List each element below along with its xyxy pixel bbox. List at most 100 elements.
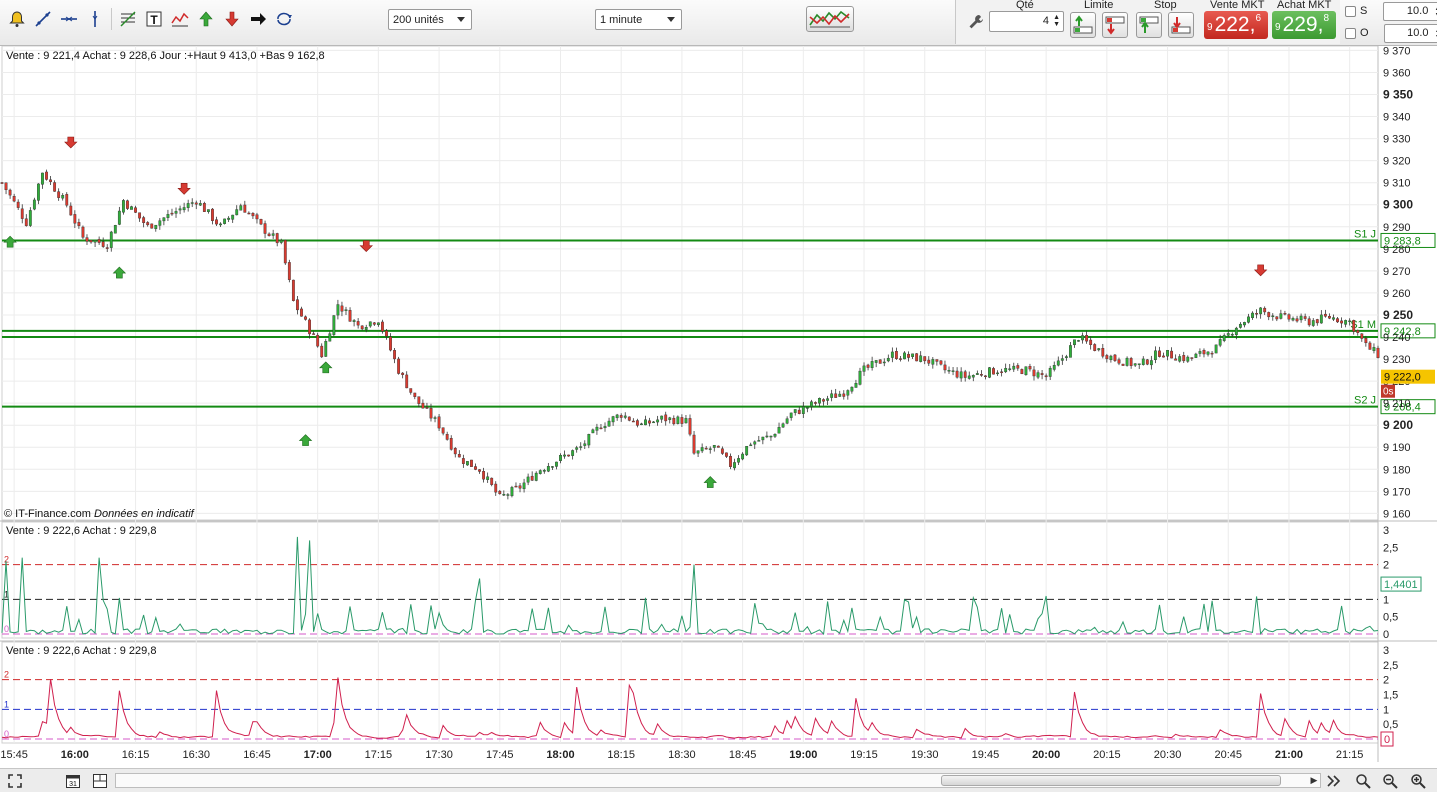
candle-body [243,204,247,213]
y-tick-label: 9 300 [1383,198,1413,212]
limit-sell-button[interactable] [1102,12,1128,38]
indicator1-info: Vente : 9 222,6 Achat : 9 229,8 [6,525,157,537]
candle-body [801,406,805,414]
scroll-to-end-icon[interactable] [1324,772,1342,790]
cycle-icon[interactable] [273,8,295,30]
candle-body [514,485,518,488]
chart-area[interactable]: S1 J9 283,8 S1 M9 242,8 S2 J9 208,4 3 2,5 2 1… [0,46,1437,792]
sell-market-button[interactable]: 9 222, 6 [1204,11,1268,39]
candle-body [967,375,971,379]
zoom-in-icon[interactable] [1409,772,1427,790]
stop-label: Stop [1154,0,1177,11]
candle-body [1291,318,1295,321]
candle-body [138,212,142,219]
candle-body [498,490,502,495]
o-input[interactable]: 10.0 ▲▼ [1383,23,1437,43]
period-select-value: 1 minute [600,13,643,26]
candle-body [676,416,680,424]
candle-body [846,390,850,396]
candle-body [231,214,235,220]
candle-body [611,416,615,423]
indicator-y-tick: 0 [1383,629,1389,641]
calendar-icon[interactable]: 31 [64,772,82,790]
buy-price-main: 229, [1282,13,1324,36]
candle-body [518,485,522,489]
chart-canvas[interactable]: S1 J9 283,8S1 M9 242,8S2 J9 208,4 32,521… [0,46,1437,768]
buy-market-button[interactable]: 9 229, 8 [1272,11,1336,39]
candle-body [57,191,61,198]
candle-body [190,202,194,204]
wrench-icon[interactable] [965,11,987,33]
x-tick-label: 17:00 [304,749,332,761]
scroll-track[interactable] [115,773,1321,788]
units-select[interactable]: 200 unités [388,9,472,30]
stop-buy-button[interactable] [1136,12,1162,38]
s-input[interactable]: 10.0 ▲▼ [1383,1,1437,21]
candle-body [170,212,174,215]
buy-price-prefix: 9 [1275,22,1281,33]
limit-buy-button[interactable] [1070,12,1096,38]
candle-body [340,305,344,312]
trendline-icon[interactable] [32,8,54,30]
scroll-right-arrow-icon[interactable]: ▶ [1308,773,1320,788]
zoom-reset-icon[interactable] [1354,772,1372,790]
y-tick-label: 9 260 [1383,288,1411,300]
candle-body [12,196,16,202]
indicator-value-tag-text: 0 [1384,734,1390,746]
bell-icon[interactable] [6,8,28,30]
layout-icon[interactable] [91,772,109,790]
candle-body [579,446,583,448]
candle-body [1093,344,1097,351]
candle-body [866,364,870,368]
candle-body [1279,313,1283,319]
text-tool-icon[interactable]: T [143,8,165,30]
period-select[interactable]: 1 minute [595,9,682,30]
strategy-button[interactable] [806,6,854,32]
candle-body [1323,313,1327,317]
sell-price-decimal: 6 [1255,13,1261,24]
candle-body [773,434,777,437]
stop-sell-button[interactable] [1168,12,1194,38]
candle-body [886,357,890,362]
sell-arrow-icon[interactable] [221,8,243,30]
qty-input[interactable]: 4 ▲ ▼ [989,11,1064,32]
indicator-y-tick: 2 [1383,675,1389,687]
indicator-icon[interactable] [169,8,191,30]
horizontal-line-icon[interactable] [58,8,80,30]
indicator-y-tick: 3 [1383,645,1389,657]
last-price-tag-text: 9 222,0 [1384,372,1421,384]
o-checkbox[interactable] [1345,27,1356,39]
pointer-arrow-icon[interactable] [247,8,269,30]
s-checkbox[interactable] [1345,5,1356,17]
candle-body [344,309,348,311]
candle-body [372,322,376,325]
zoom-out-icon[interactable] [1381,772,1399,790]
candle-body [352,320,356,322]
indicator2-info: Vente : 9 222,6 Achat : 9 229,8 [6,645,157,657]
candle-body [4,182,8,191]
candle-body [453,448,457,455]
y-tick-label: 9 360 [1383,67,1411,79]
candle-body [1020,369,1024,375]
vertical-line-icon[interactable] [84,8,106,30]
scroll-thumb[interactable] [941,775,1281,786]
candle-body [1166,349,1169,357]
candle-body [1319,314,1323,324]
candle-body [959,371,963,379]
candle-body [1028,366,1032,370]
fibonacci-icon[interactable] [117,8,139,30]
candle-body [1356,330,1360,333]
y-tick-label: 9 170 [1383,486,1411,498]
candle-body [725,452,728,457]
x-tick-label: 18:15 [607,749,635,761]
candle-body [931,359,935,365]
candle-body [635,420,639,426]
x-tick-label: 20:30 [1154,749,1182,761]
candle-body [486,476,490,480]
buy-arrow-icon[interactable] [195,8,217,30]
candle-body [1052,365,1056,370]
zoom-fit-icon[interactable] [6,772,24,790]
spinner-icon[interactable]: ▲▼ [1053,14,1060,28]
candle-body [113,225,117,234]
candle-body [591,429,595,434]
